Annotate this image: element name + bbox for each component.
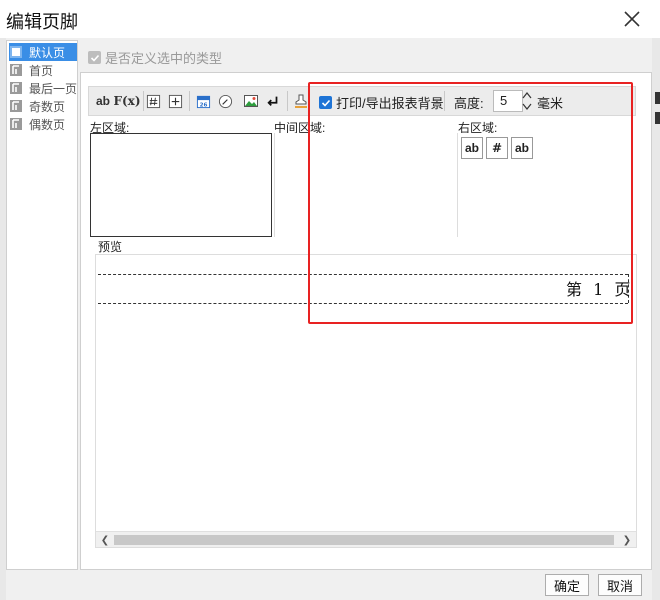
scroll-right-icon[interactable]: ❯ — [620, 533, 634, 547]
formula-icon[interactable]: F(x) — [113, 91, 140, 111]
scroll-left-icon[interactable]: ❮ — [98, 533, 112, 547]
newline-icon[interactable] — [263, 91, 283, 111]
total-pages-icon[interactable] — [165, 91, 185, 111]
close-icon[interactable] — [622, 9, 642, 29]
page-icon — [10, 64, 22, 76]
page-number-icon[interactable] — [143, 91, 163, 111]
footer-top-border — [98, 274, 628, 275]
sidebar-item-default[interactable]: 默认页 — [9, 43, 77, 61]
sidebar-item-even[interactable]: 偶数页 — [9, 115, 77, 133]
custom-type-checkbox — [88, 51, 101, 64]
cancel-button[interactable]: 取消 — [598, 574, 642, 596]
edge-mark — [655, 92, 660, 104]
left-region-editor[interactable] — [90, 133, 272, 237]
custom-type-label: 是否定义选中的类型 — [105, 51, 223, 66]
svg-text:26: 26 — [199, 102, 207, 108]
title-bar: 编辑页脚 — [0, 0, 660, 38]
sidebar-item-label: 偶数页 — [29, 117, 66, 132]
sidebar-item-last[interactable]: 最后一页 — [9, 79, 77, 97]
sidebar-item-label: 最后一页 — [29, 81, 78, 96]
height-label: 高度: — [454, 96, 484, 111]
scrollbar-thumb[interactable] — [114, 535, 614, 545]
page-icon — [10, 46, 22, 58]
footer-toolbar: ab F(x) 26 打印/导出报表背景 高度: 5 毫米 — [88, 86, 636, 116]
sidebar-item-label: 首页 — [29, 63, 54, 78]
text-icon[interactable]: ab — [93, 91, 113, 111]
footer-bottom-border — [98, 303, 628, 304]
sidebar-item-odd[interactable]: 奇数页 — [9, 97, 77, 115]
page-type-list: 默认页 首页 最后一页 奇数页 偶数页 — [6, 40, 78, 570]
page-icon — [10, 82, 22, 94]
time-icon[interactable] — [215, 91, 235, 111]
preview-page-text: 第 1 页 — [566, 280, 634, 299]
middle-region-editor[interactable] — [274, 133, 458, 237]
sidebar-item-label: 默认页 — [29, 45, 66, 60]
unit-label: 毫米 — [537, 96, 564, 111]
right-item-text[interactable]: ab — [511, 137, 533, 159]
preview-label: 预览 — [98, 240, 123, 254]
print-background-option[interactable]: 打印/导出报表背景 — [319, 93, 444, 112]
height-stepper[interactable] — [521, 90, 533, 112]
date-icon[interactable]: 26 — [193, 91, 213, 111]
page-icon — [10, 100, 22, 112]
edit-footer-dialog: 编辑页脚 默认页 首页 最后一页 奇数页 偶数页 是否定义选中的类型 ab F(… — [0, 0, 660, 600]
sidebar-item-first[interactable]: 首页 — [9, 61, 77, 79]
right-region-editor[interactable]: ab # ab — [458, 133, 642, 237]
toolbar-divider — [444, 91, 445, 111]
print-background-checkbox[interactable] — [319, 96, 332, 109]
toolbar-divider — [287, 91, 288, 111]
right-item-text[interactable]: ab — [461, 137, 483, 159]
print-background-label: 打印/导出报表背景 — [336, 96, 444, 111]
custom-type-option: 是否定义选中的类型 — [88, 48, 222, 67]
preview-area — [95, 254, 637, 548]
image-icon[interactable] — [241, 91, 261, 111]
dialog-title: 编辑页脚 — [6, 12, 78, 32]
toolbar-divider — [189, 91, 190, 111]
preview-horizontal-scrollbar[interactable]: ❮ ❯ — [96, 531, 636, 547]
edge-mark — [655, 112, 660, 124]
sidebar-item-label: 奇数页 — [29, 99, 66, 114]
background-icon[interactable] — [291, 91, 311, 111]
right-item-page-number[interactable]: # — [486, 137, 508, 159]
height-input[interactable]: 5 — [493, 90, 523, 112]
ok-button[interactable]: 确定 — [545, 574, 589, 596]
page-icon — [10, 118, 22, 130]
